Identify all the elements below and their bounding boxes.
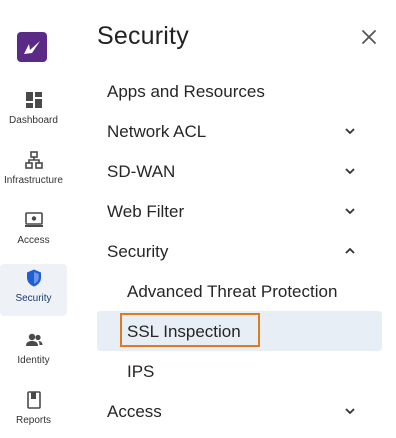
menu-item-ssl-inspection[interactable]: SSL Inspection [97, 311, 382, 351]
menu-item-label: Security [107, 242, 169, 261]
chevron-down-icon[interactable] [344, 405, 356, 417]
infrastructure-icon [24, 151, 43, 169]
rail-item-label: Access [17, 235, 50, 246]
rail-item-access[interactable]: Access [0, 206, 67, 258]
menu-item-label: SD-WAN [107, 162, 176, 181]
rail-item-label: Reports [15, 415, 51, 426]
menu-item-apps-and-resources[interactable]: Apps and Resources [97, 74, 382, 108]
rail-item-security[interactable]: Security [0, 264, 67, 316]
rail-item-label: Infrastructure [4, 175, 63, 186]
menu-item-label: Advanced Threat Protection [127, 282, 338, 301]
menu-item-label: Network ACL [107, 122, 207, 141]
menu-item-sd-wan[interactable]: SD-WAN [97, 154, 382, 188]
menu-item-security[interactable]: Security [97, 234, 382, 268]
rail-item-reports[interactable]: Reports [0, 386, 67, 438]
rail-item-infrastructure[interactable]: Infrastructure [0, 146, 67, 198]
menu-item-access[interactable]: Access [97, 394, 382, 428]
reports-icon [26, 391, 41, 409]
dashboard-icon [25, 92, 42, 108]
menu-item-network-acl[interactable]: Network ACL [97, 114, 382, 148]
menu-item-label: Access [107, 402, 162, 421]
chevron-down-icon[interactable] [344, 165, 356, 177]
chevron-down-icon[interactable] [344, 125, 356, 137]
menu-item-ips[interactable]: IPS [97, 354, 382, 388]
rail-item-label: Security [15, 293, 52, 304]
rail-item-identity[interactable]: Identity [0, 326, 67, 378]
nav-rail: Dashboard Infrastructure Access Security [0, 0, 68, 431]
rail-item-label: Dashboard [9, 115, 58, 126]
close-icon[interactable] [358, 26, 380, 48]
menu-item-label: IPS [127, 362, 155, 381]
chevron-up-icon[interactable] [344, 245, 356, 257]
brand-logo[interactable] [17, 32, 47, 62]
page-title: Security [97, 22, 189, 50]
shield-icon [26, 269, 41, 287]
menu-item-web-filter[interactable]: Web Filter [97, 194, 382, 228]
access-icon [24, 212, 43, 227]
menu-item-advanced-threat-protection[interactable]: Advanced Threat Protection [97, 274, 382, 308]
menu-item-label: Apps and Resources [107, 82, 265, 101]
chevron-down-icon[interactable] [344, 205, 356, 217]
rail-item-label: Identity [17, 355, 50, 366]
menu-item-label: Web Filter [107, 202, 185, 221]
identity-icon [25, 333, 42, 346]
rail-item-dashboard[interactable]: Dashboard [0, 86, 67, 138]
menu-item-label: SSL Inspection [127, 322, 241, 341]
